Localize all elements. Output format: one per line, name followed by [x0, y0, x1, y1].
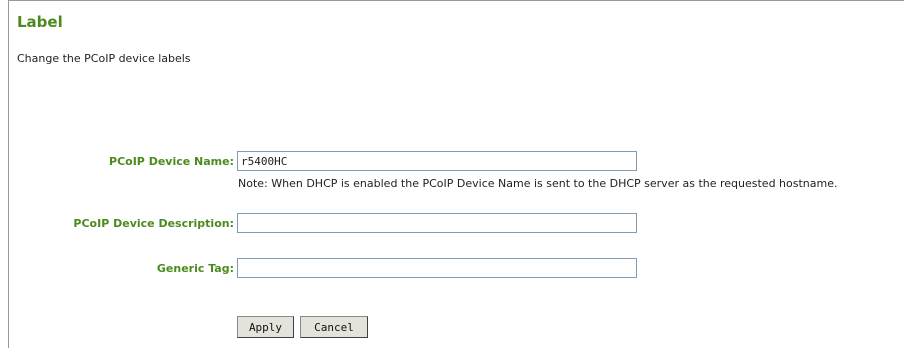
- device-name-input[interactable]: [237, 151, 637, 171]
- device-name-label: PCoIP Device Name:: [109, 155, 234, 168]
- apply-button[interactable]: Apply: [237, 316, 294, 338]
- page-title: Label: [17, 13, 63, 31]
- generic-tag-input[interactable]: [237, 258, 637, 278]
- device-name-note: Note: When DHCP is enabled the PCoIP Dev…: [238, 177, 838, 190]
- page-subtitle: Change the PCoIP device labels: [17, 52, 191, 65]
- cancel-button[interactable]: Cancel: [300, 316, 368, 338]
- device-description-label: PCoIP Device Description:: [73, 217, 234, 230]
- device-description-input[interactable]: [237, 213, 637, 233]
- generic-tag-label: Generic Tag:: [156, 262, 234, 275]
